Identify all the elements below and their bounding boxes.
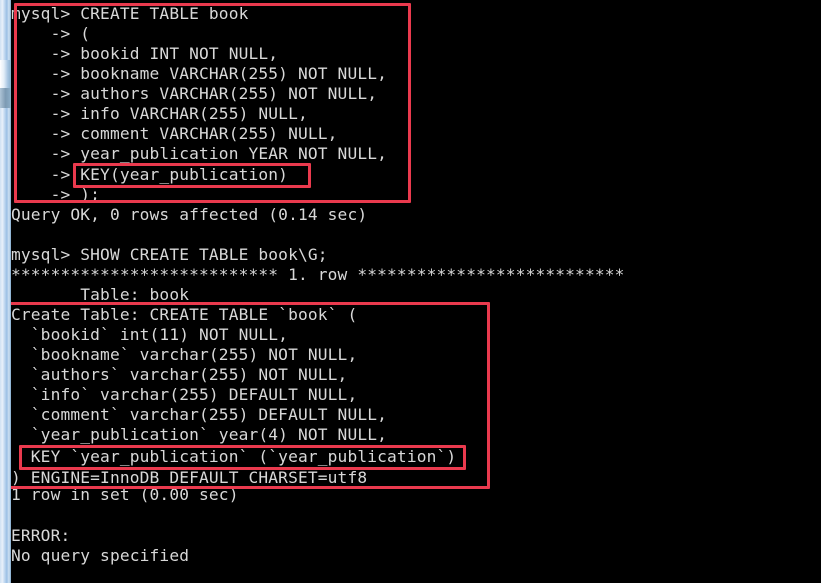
terminal-line-out-info: `info` varchar(255) DEFAULT NULL, [11, 385, 358, 404]
terminal-line-error-label: ERROR: [11, 526, 71, 545]
window-scrollbar[interactable] [0, 0, 11, 583]
terminal-line-key-clause: -> KEY(year_publication) [11, 165, 289, 184]
terminal-output: mysql> CREATE TABLE book -> ( -> bookid … [0, 0, 821, 583]
terminal-line-comment-col: -> comment VARCHAR(255) NULL, [11, 124, 338, 143]
terminal-line-create-table-cmd: mysql> CREATE TABLE book [11, 4, 249, 23]
terminal-window: mysql> CREATE TABLE book -> ( -> bookid … [0, 0, 821, 583]
terminal-line-show-create-cmd: mysql> SHOW CREATE TABLE book\G; [11, 245, 328, 264]
terminal-line-out-comment: `comment` varchar(255) DEFAULT NULL, [11, 405, 388, 424]
terminal-line-row-in-set: 1 row in set (0.00 sec) [11, 485, 239, 504]
terminal-line-out-bookname: `bookname` varchar(255) NOT NULL, [11, 345, 358, 364]
scrollbar-thumb-shadow [0, 88, 11, 108]
terminal-line-close-paren: -> ); [11, 185, 101, 204]
terminal-line-bookname-col: -> bookname VARCHAR(255) NOT NULL, [11, 64, 388, 83]
terminal-line-open-paren: -> ( [11, 24, 91, 43]
terminal-line-create-table-out: Create Table: CREATE TABLE `book` ( [11, 305, 358, 324]
terminal-line-out-key-index: KEY `year_publication` (`year_publicatio… [11, 447, 457, 466]
terminal-line-out-bookid: `bookid` int(11) NOT NULL, [11, 325, 289, 344]
terminal-line-year-publication-col: -> year_publication YEAR NOT NULL, [11, 144, 388, 163]
terminal-line-out-authors: `authors` varchar(255) NOT NULL, [11, 365, 348, 384]
terminal-line-out-year-publication: `year_publication` year(4) NOT NULL, [11, 425, 388, 444]
terminal-line-no-query-specified: No query specified [11, 546, 190, 565]
terminal-line-row-separator: *************************** 1. row *****… [11, 265, 625, 284]
terminal-line-bookid-col: -> bookid INT NOT NULL, [11, 44, 279, 63]
terminal-line-authors-col: -> authors VARCHAR(255) NOT NULL, [11, 84, 378, 103]
terminal-line-table-name: Table: book [11, 285, 190, 304]
terminal-line-info-col: -> info VARCHAR(255) NULL, [11, 104, 308, 123]
terminal-line-query-ok: Query OK, 0 rows affected (0.14 sec) [11, 205, 368, 224]
